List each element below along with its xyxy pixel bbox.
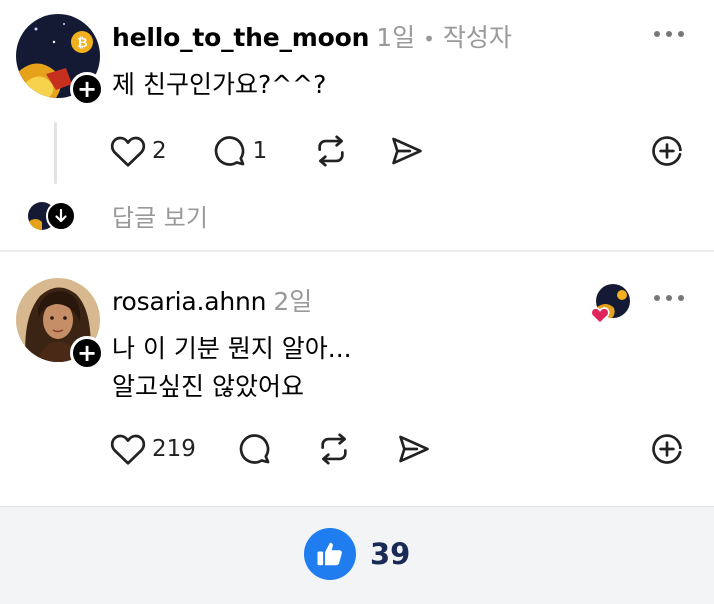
repost-icon (321, 433, 347, 465)
follow-plus-icon[interactable]: + (70, 72, 104, 106)
comment-icon (214, 136, 245, 166)
reaction-footer: 39 (0, 506, 714, 604)
heart-icon (110, 136, 146, 167)
save-button[interactable] (650, 134, 684, 168)
like-total: 39 (370, 537, 411, 571)
comment-count: 1 (252, 138, 268, 164)
comment-line: 제 친구인가요?^^? (112, 70, 327, 99)
comment-text: 제 친구인가요?^^? (112, 66, 326, 104)
like-count: 219 (152, 436, 196, 462)
comment-text: 나 이 기분 뭔지 알아... 알고싶진 않았어요 (112, 330, 352, 406)
author-liked-indicator (590, 284, 630, 324)
more-options-icon[interactable] (654, 31, 684, 39)
heart-icon (590, 307, 610, 324)
send-icon (392, 137, 423, 165)
username[interactable]: rosaria.ahnn (112, 287, 267, 316)
view-replies-label[interactable]: 답글 보기 (112, 198, 208, 233)
username[interactable]: hello_to_the_moon (112, 23, 369, 52)
thread-line (54, 122, 57, 184)
more-options-icon[interactable] (654, 295, 684, 303)
add-circle-icon (652, 434, 682, 464)
comment-icon (239, 434, 270, 464)
like-button[interactable]: 219 (110, 432, 196, 466)
timestamp: 2일 (273, 287, 313, 316)
repost-button[interactable] (313, 134, 349, 168)
author-tag: 작성자 (442, 23, 512, 52)
view-replies-link[interactable]: 답글 보기 (28, 198, 208, 233)
like-count: 2 (152, 138, 167, 164)
avatar[interactable]: + (16, 278, 104, 370)
post-header: hello_to_the_moon 1일 • 작성자 (112, 18, 512, 54)
comment-post: + rosaria.ahnn 2일 나 이 기분 뭔지 알아... 알고싶진 않… (0, 250, 714, 505)
comment-post: ₿ + hello_to_the_moon 1일 • 작성자 제 친구인가요?^… (0, 0, 714, 250)
heart-icon (110, 434, 146, 465)
timestamp: 1일 (376, 23, 416, 52)
comment-button[interactable] (238, 432, 272, 466)
avatar[interactable]: ₿ + (16, 14, 104, 106)
like-button[interactable]: 2 (110, 134, 167, 168)
thumbs-up-icon (317, 542, 342, 566)
action-bar: 219 (110, 432, 432, 466)
add-circle-icon (652, 136, 682, 166)
separator: • (423, 27, 435, 51)
share-button[interactable] (396, 432, 432, 466)
arrow-down-icon (46, 200, 76, 231)
comment-button[interactable]: 1 (213, 134, 268, 168)
comment-line: 알고싶진 않았어요 (112, 372, 304, 401)
repost-button[interactable] (316, 432, 352, 466)
share-button[interactable] (389, 134, 425, 168)
svg-text:₿: ₿ (77, 36, 88, 51)
comment-line: 나 이 기분 뭔지 알아... (112, 334, 352, 363)
action-bar: 2 1 (110, 134, 425, 168)
send-icon (399, 435, 429, 463)
post-header: rosaria.ahnn 2일 (112, 282, 312, 318)
save-button[interactable] (650, 432, 684, 466)
thumbs-up-button[interactable] (304, 528, 356, 580)
follow-plus-icon[interactable]: + (70, 336, 104, 370)
repost-icon (318, 135, 344, 167)
